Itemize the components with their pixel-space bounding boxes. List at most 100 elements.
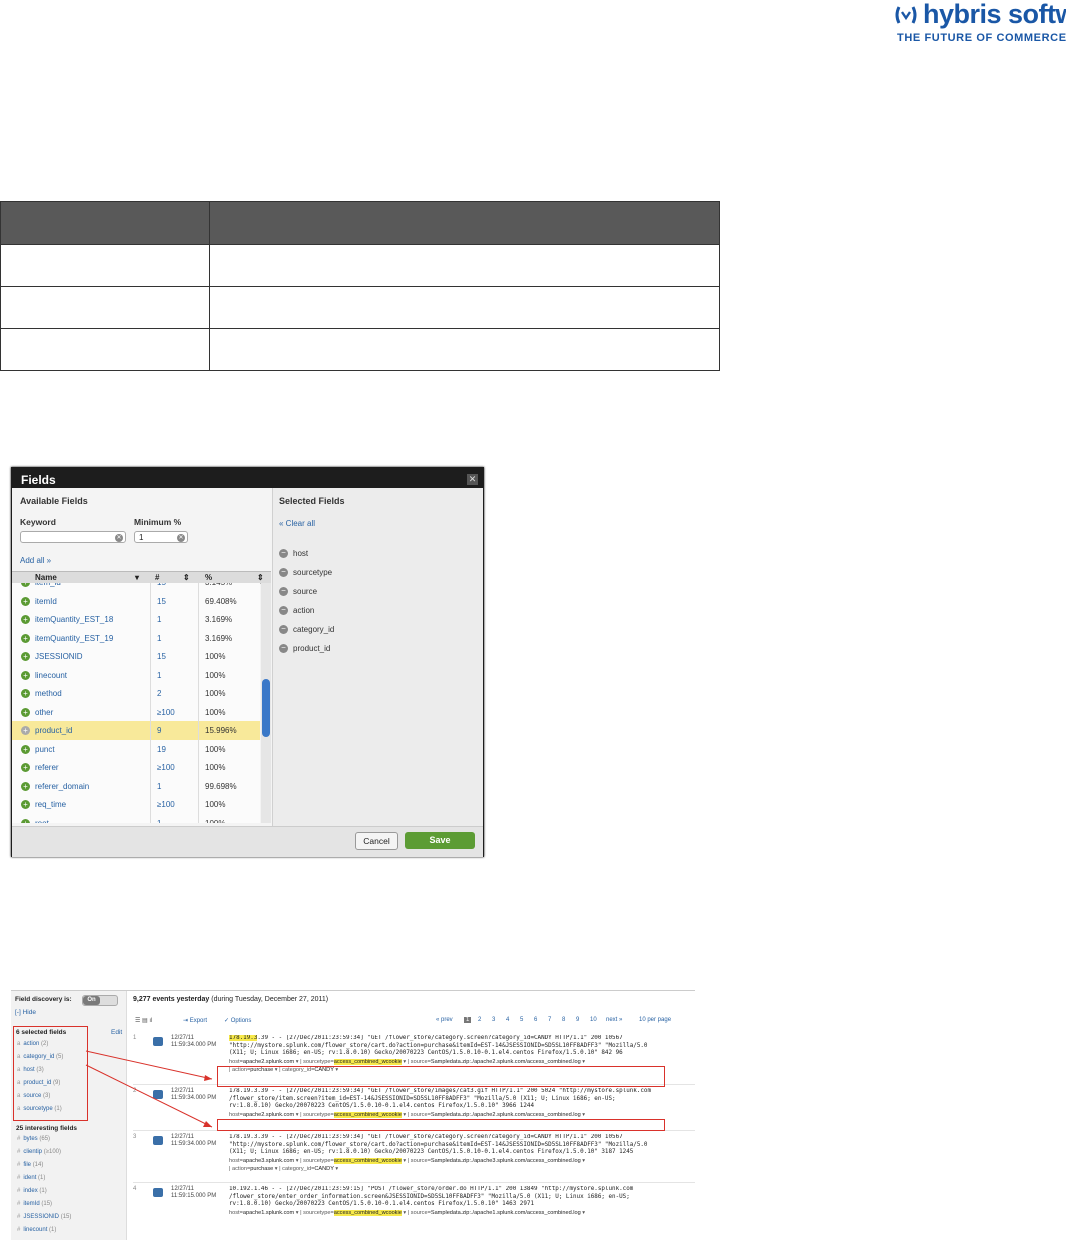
field-name: JSESSIONID <box>35 652 83 661</box>
search-results-view: Field discovery is: On [-] Hide 6 select… <box>11 990 695 1240</box>
field-name: itemQuantity_EST_19 <box>35 633 114 643</box>
table-row <box>0 286 720 329</box>
add-field-icon[interactable]: + <box>21 781 30 791</box>
selected-field-item[interactable]: − sourcetype <box>279 568 332 578</box>
field-name: req_time <box>35 800 67 809</box>
field-name: punct <box>35 744 55 754</box>
arrow-head <box>203 1121 212 1127</box>
add-field-icon[interactable]: + <box>21 583 30 587</box>
table-cell <box>0 244 210 287</box>
selected-field-item[interactable]: − product_id <box>279 644 330 654</box>
document-table <box>0 201 720 371</box>
field-row[interactable]: + referer ≥100 100% <box>12 758 260 777</box>
remove-field-icon[interactable]: − <box>279 549 288 559</box>
table-cell <box>209 286 720 329</box>
field-row[interactable]: + req_time ≥100 100% <box>12 795 260 814</box>
dialog-body: Available Fields Keyword ✕ Minimum % 1 ✕… <box>12 488 483 857</box>
field-percent: 100% <box>205 689 226 698</box>
add-field-icon[interactable]: + <box>21 744 30 754</box>
save-button[interactable]: Save <box>405 832 475 849</box>
field-row[interactable]: + product_id 9 15.996% <box>12 721 260 740</box>
add-field-icon[interactable]: + <box>21 615 30 624</box>
add-field-icon[interactable]: + <box>21 818 30 823</box>
add-field-icon[interactable]: + <box>21 670 30 680</box>
add-field-icon[interactable]: + <box>21 800 30 809</box>
field-row[interactable]: + other ≥100 100% <box>12 703 260 722</box>
table-cell <box>209 244 720 287</box>
close-icon[interactable]: ✕ <box>467 474 478 485</box>
remove-field-icon[interactable]: − <box>279 625 288 635</box>
logo-tagline: THE FUTURE OF COMMERCE <box>897 32 1066 44</box>
table-row <box>0 328 720 371</box>
field-percent: 100% <box>205 744 226 754</box>
remove-field-icon[interactable]: − <box>279 568 288 578</box>
remove-field-icon[interactable]: − <box>279 644 288 654</box>
column-percent[interactable]: % <box>205 573 212 582</box>
add-field-icon[interactable]: + <box>21 726 30 735</box>
sort-icon[interactable]: ▾ <box>135 573 139 582</box>
field-row[interactable]: + punct 19 100% <box>12 740 260 759</box>
field-count: 15 <box>157 652 166 661</box>
selected-field-name: category_id <box>293 625 335 634</box>
field-percent: 100% <box>205 763 226 772</box>
field-row[interactable]: + itemQuantity_EST_18 1 3.169% <box>12 610 260 629</box>
cancel-button[interactable]: Cancel <box>355 832 398 850</box>
field-percent: 100% <box>205 818 226 824</box>
selected-fields-pane: Selected Fields « Clear all − host − source… <box>273 488 483 826</box>
clear-keyword-icon[interactable]: ✕ <box>115 534 123 542</box>
selected-field-item[interactable]: − category_id <box>279 625 335 635</box>
field-row[interactable]: + itemId 15 69.408% <box>12 592 260 611</box>
add-all-link[interactable]: Add all » <box>20 556 51 565</box>
field-count: 15 <box>157 596 166 606</box>
field-name: item_id <box>35 583 61 587</box>
field-name: referer_domain <box>35 781 90 791</box>
field-count: ≥100 <box>157 763 175 772</box>
field-count: 19 <box>157 744 166 754</box>
field-count: 2 <box>157 689 162 698</box>
field-row[interactable]: + method 2 100% <box>12 684 260 703</box>
field-row[interactable]: + root 1 100% <box>12 814 260 824</box>
minimum-input[interactable]: 1 ✕ <box>134 531 188 543</box>
selected-field-item[interactable]: − host <box>279 549 308 559</box>
field-percent: 100% <box>205 652 226 661</box>
field-row[interactable]: + linecount 1 100% <box>12 666 260 685</box>
table-header-row <box>0 201 720 245</box>
selected-fields-title: Selected Fields <box>279 496 345 506</box>
field-percent: 3.169% <box>205 615 233 624</box>
field-row[interactable]: + JSESSIONID 15 100% <box>12 647 260 666</box>
add-field-icon[interactable]: + <box>21 707 30 717</box>
add-field-icon[interactable]: + <box>21 763 30 772</box>
field-name: referer <box>35 763 59 772</box>
selected-field-item[interactable]: − source <box>279 587 317 597</box>
add-field-icon[interactable]: + <box>21 652 30 661</box>
add-field-icon[interactable]: + <box>21 596 30 606</box>
arrow-head <box>204 1075 212 1081</box>
add-field-icon[interactable]: + <box>21 633 30 643</box>
field-count: ≥100 <box>157 707 175 717</box>
sort-icon[interactable]: ⇕ <box>183 573 190 582</box>
field-count: 15 <box>157 583 166 587</box>
fields-scrollbar[interactable] <box>261 583 271 823</box>
sort-icon[interactable]: ⇕ <box>257 573 264 582</box>
logo-name: hybris software <box>923 0 1066 29</box>
remove-field-icon[interactable]: − <box>279 587 288 597</box>
scrollbar-thumb[interactable] <box>262 679 270 737</box>
keyword-input[interactable]: ✕ <box>20 531 126 543</box>
column-name[interactable]: Name <box>35 573 57 582</box>
clear-minimum-icon[interactable]: ✕ <box>177 534 185 542</box>
add-field-icon[interactable]: + <box>21 689 30 698</box>
remove-field-icon[interactable]: − <box>279 606 288 616</box>
column-count[interactable]: # <box>155 573 159 582</box>
fields-dialog: Fields ✕ Available Fields Keyword ✕ Mini… <box>11 467 484 857</box>
selected-field-item[interactable]: − action <box>279 606 314 616</box>
clear-all-link[interactable]: « Clear all <box>279 519 315 528</box>
available-fields-title: Available Fields <box>20 496 88 506</box>
field-row[interactable]: + referer_domain 1 99.698% <box>12 777 260 796</box>
field-row[interactable]: + item_id 15 3.145% <box>12 583 260 592</box>
field-name: other <box>35 707 54 717</box>
hybris-logo-icon <box>895 6 917 24</box>
field-name: itemId <box>35 596 57 606</box>
field-name: itemQuantity_EST_18 <box>35 615 114 624</box>
field-row[interactable]: + itemQuantity_EST_19 1 3.169% <box>12 629 260 648</box>
minimum-label: Minimum % <box>134 517 182 527</box>
